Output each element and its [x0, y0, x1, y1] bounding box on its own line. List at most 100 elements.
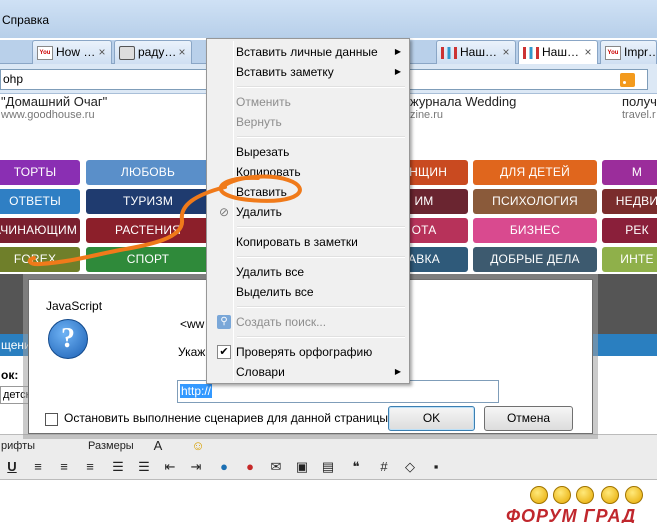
ok-button[interactable]: OK [388, 406, 475, 431]
context-menu: Вставить личные данные ▶ Вставить заметк… [206, 38, 410, 384]
cancel-button[interactable]: Отмена [484, 406, 573, 431]
menu-item-delete-all[interactable]: Удалить все [209, 262, 407, 282]
category-button[interactable]: ПСИХОЛОГИЯ [473, 189, 597, 214]
smiley-icon[interactable] [576, 486, 594, 504]
tab-nash-2[interactable]: Наш… × [518, 40, 598, 64]
close-icon[interactable]: × [500, 46, 512, 58]
menu-help[interactable]: Справка [2, 13, 49, 27]
close-icon[interactable]: × [176, 46, 188, 58]
category-button[interactable]: ОТВЕТЫ [0, 189, 80, 214]
video-icon[interactable]: ▤ [320, 459, 336, 475]
align-center-icon[interactable]: ≡ [56, 459, 72, 475]
tab-youtube-impr[interactable]: You Impr… [600, 40, 657, 64]
tab-label: Наш… [460, 45, 497, 59]
dialog-message-line1: <ww [180, 317, 205, 331]
menu-item-copy-to-notes[interactable]: Копировать в заметки [209, 232, 407, 252]
menu-item-label: Вырезать [236, 145, 290, 159]
code-hash-icon[interactable]: # [376, 459, 392, 475]
php-icon[interactable]: ▪ [428, 459, 444, 475]
category-button[interactable]: ИНТЕ [602, 247, 657, 272]
menu-item-undo[interactable]: Отменить [209, 92, 407, 112]
tab-radu[interactable]: раду… × [114, 40, 192, 64]
category-button[interactable]: ДОБРЫЕ ДЕЛА [473, 247, 597, 272]
menu-item-insert-personal-data[interactable]: Вставить личные данные ▶ [209, 42, 407, 62]
site-link-goodhouse[interactable]: "Домашний Очаг" www.goodhouse.ru [1, 94, 107, 121]
category-button[interactable]: ДЛЯ ДЕТЕЙ [473, 160, 597, 185]
remove-link-icon[interactable]: ● [242, 459, 258, 475]
menu-item-label: Вставить личные данные [236, 45, 378, 59]
rss-icon[interactable] [620, 73, 635, 87]
tab-youtube-how[interactable]: You How … × [32, 40, 112, 64]
menu-item-delete[interactable]: ⊘ Удалить [209, 202, 407, 222]
menu-item-dictionaries[interactable]: Словари ▶ [209, 362, 407, 382]
form-label: ок: [1, 368, 19, 382]
outdent-icon[interactable]: ⇤ [162, 459, 178, 475]
fonts-dropdown[interactable]: рифты [1, 438, 35, 454]
site-link-travel[interactable]: получ travel.r [622, 94, 657, 121]
menu-item-label: Выделить все [236, 285, 314, 299]
search-icon: ⚲ [217, 315, 231, 329]
insert-link-icon[interactable]: ● [216, 459, 232, 475]
dialog-title: JavaScript [46, 299, 103, 313]
numbered-list-icon[interactable]: ☰ [110, 459, 126, 475]
site-url: zine.ru [410, 109, 444, 121]
category-button[interactable]: РЕК [602, 218, 657, 243]
tab-label: Impr… [624, 45, 657, 59]
close-icon[interactable]: × [582, 46, 594, 58]
menu-item-select-all[interactable]: Выделить все [209, 282, 407, 302]
category-button[interactable]: БИЗНЕС [473, 218, 597, 243]
html-code-icon[interactable]: ◇ [402, 459, 418, 475]
category-button[interactable]: ЛЮБОВЬ [86, 160, 210, 185]
submenu-arrow-icon: ▶ [394, 67, 401, 76]
menu-item-label: Удалить [236, 205, 282, 219]
align-left-icon[interactable]: ≡ [30, 459, 46, 475]
smiley-icon[interactable] [601, 486, 619, 504]
smiley-icon[interactable] [553, 486, 571, 504]
quote-icon[interactable]: ❝ [348, 459, 364, 475]
category-button[interactable]: СПОРТ [86, 247, 210, 272]
bullet-list-icon[interactable]: ☰ [136, 459, 152, 475]
category-button[interactable]: НЕДВИ [602, 189, 657, 214]
dialog-message-line2: Укаж [178, 345, 206, 359]
submenu-arrow-icon: ▶ [394, 47, 401, 56]
youtube-icon: You [37, 45, 53, 60]
category-button[interactable]: М [602, 160, 657, 185]
stop-scripts-checkbox[interactable] [45, 413, 58, 426]
menu-item-insert-note[interactable]: Вставить заметку ▶ [209, 62, 407, 82]
site-link-wedding[interactable]: журнала Wedding zine.ru [410, 94, 516, 121]
menu-item-label: Вставить заметку [236, 65, 334, 79]
menu-item-redo[interactable]: Вернуть [209, 112, 407, 132]
tab-label: раду… [138, 45, 177, 59]
menu-item-cut[interactable]: Вырезать [209, 142, 407, 162]
email-icon[interactable]: ✉ [268, 459, 284, 475]
indent-icon[interactable]: ⇥ [188, 459, 204, 475]
image-icon[interactable]: ▣ [294, 459, 310, 475]
smiley-picker-icon[interactable]: ☺ [190, 438, 206, 454]
sizes-dropdown[interactable]: Размеры [88, 438, 134, 454]
menu-item-label: Проверять орфографию [236, 345, 373, 359]
menu-item-label: Вставить [236, 185, 287, 199]
menu-item-label: Вернуть [236, 115, 282, 129]
category-button[interactable]: ТОРТЫ [0, 160, 80, 185]
close-icon[interactable]: × [96, 46, 108, 58]
category-button[interactable]: ТУРИЗМ [86, 189, 210, 214]
tab-nash-1[interactable]: Наш… × [436, 40, 516, 64]
smiley-icon[interactable] [625, 486, 643, 504]
category-button[interactable]: FOREX [0, 247, 80, 272]
category-button[interactable]: АЧИНАЮЩИМ [0, 218, 80, 243]
address-text: ohp [3, 72, 24, 86]
tab-label: Наш… [542, 45, 579, 59]
site-url: travel.r [622, 109, 656, 121]
category-button[interactable]: РАСТЕНИЯ [86, 218, 210, 243]
menu-item-spellcheck[interactable]: ✔ Проверять орфографию [209, 342, 407, 362]
align-right-icon[interactable]: ≡ [82, 459, 98, 475]
camera-icon [119, 45, 135, 60]
menu-item-paste[interactable]: Вставить [209, 182, 407, 202]
text-color-icon[interactable]: A [150, 438, 166, 454]
underline-icon[interactable]: U [4, 459, 20, 475]
smiley-icon[interactable] [530, 486, 548, 504]
menu-separator [237, 226, 405, 228]
menu-item-copy[interactable]: Копировать [209, 162, 407, 182]
menu-item-label: Создать поиск... [236, 315, 327, 329]
menu-item-create-search[interactable]: ⚲ Создать поиск... [209, 312, 407, 332]
